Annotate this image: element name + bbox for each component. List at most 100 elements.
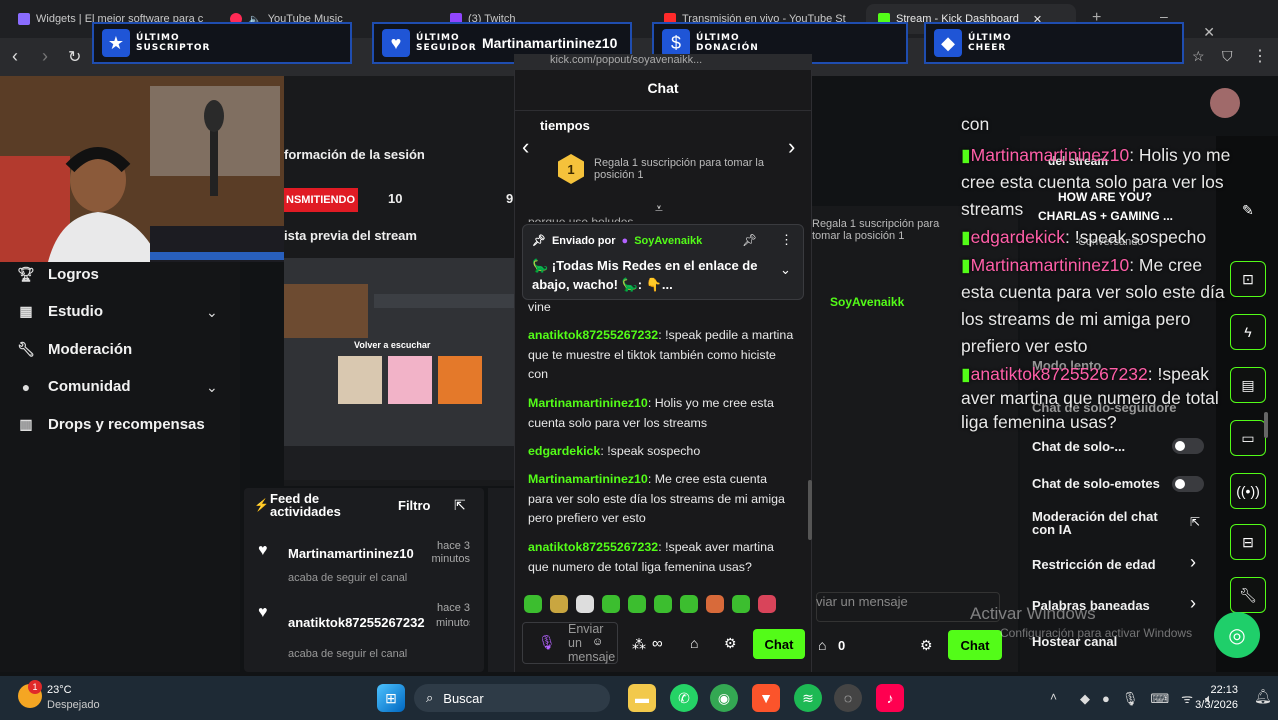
nav-item-moderacion[interactable]: 🔧︎ Moderación	[17, 341, 132, 358]
emote-icon[interactable]	[732, 595, 750, 613]
clock-time[interactable]: 22:13	[1210, 684, 1238, 696]
stream-preview-title: ista previa del stream	[284, 228, 417, 243]
emote-only-toggle[interactable]	[1172, 476, 1204, 492]
behind-chat-send-button[interactable]: Chat	[948, 630, 1002, 660]
chat-scrollbar[interactable]	[808, 480, 812, 540]
avatar[interactable]	[1210, 88, 1240, 118]
nav-item-logros[interactable]: 🏆︎ Logros	[17, 266, 99, 283]
emote-icon[interactable]	[628, 595, 646, 613]
popout-url: kick.com/popout/soyavenaikk...	[514, 54, 812, 70]
setting-ai-moderation[interactable]: Moderación del chat con IA	[1032, 510, 1182, 536]
mic-icon[interactable]: 🎙︎	[538, 634, 556, 651]
popout-icon[interactable]: ⇱	[454, 497, 466, 514]
reload-icon[interactable]: ↻	[68, 47, 81, 67]
heart-icon: ♥	[258, 604, 268, 621]
notification-bell-icon[interactable]: 🔔︎	[1254, 688, 1272, 705]
emote-icon[interactable]	[550, 595, 568, 613]
emote-icon[interactable]	[654, 595, 672, 613]
spotify-icon[interactable]: ≋	[794, 684, 822, 712]
drops-icon: ▥	[19, 416, 33, 432]
screen: { "browser": { "tabs": [ {"label": "Widg…	[0, 0, 1278, 720]
clock-date[interactable]: 3/3/2026	[1190, 699, 1238, 711]
preview-inner-heading: Volver a escuchar	[354, 340, 431, 350]
behind-chat-placeholder: viar un mensaje	[816, 594, 908, 609]
emote-icon[interactable]	[576, 595, 594, 613]
chrome-icon[interactable]: ◉	[710, 684, 738, 712]
forward-icon[interactable]: ›	[42, 46, 48, 67]
pinned-header: 📌︎ Enviado por ● SoyAvenaikk	[532, 234, 703, 248]
nav-item-estudio[interactable]: ▦ Estudio	[18, 303, 103, 320]
store-icon[interactable]: ⌂	[690, 635, 698, 651]
nav-item-comunidad[interactable]: ● Comunidad	[18, 378, 131, 395]
feed-filter-button[interactable]: Filtro	[398, 498, 431, 513]
chevron-right-icon[interactable]: ›	[788, 134, 795, 160]
wrench-icon: 🔧︎	[17, 341, 35, 357]
points-count: 0	[838, 638, 846, 653]
obs-icon[interactable]: ◌	[834, 684, 862, 712]
layout-button[interactable]: ⊟	[1230, 524, 1266, 560]
chat-message: edgardekick: !speak sospecho	[528, 444, 701, 458]
unpin-icon[interactable]: 📌︎	[742, 233, 757, 247]
emote-icon[interactable]	[758, 595, 776, 613]
wrench-icon: 🔧︎	[1239, 586, 1257, 603]
infinity-icon[interactable]: ∞	[652, 635, 663, 652]
stream-preview[interactable]: Volver a escuchar	[284, 258, 514, 480]
edit-icon[interactable]: ✎	[1242, 202, 1254, 219]
chevron-down-icon[interactable]: ⌄	[206, 379, 218, 396]
emoji-icon[interactable]: ☺	[592, 636, 603, 648]
emote-icon[interactable]	[706, 595, 724, 613]
divider	[514, 110, 812, 111]
taskbar-search[interactable]: ⌕ Buscar	[414, 684, 610, 712]
overlay-chat-line: ▮anatiktok87255267232: !speak aver marti…	[961, 364, 1219, 432]
tiktok-icon[interactable]: ♪	[876, 684, 904, 712]
chevron-down-icon[interactable]: ⌄	[206, 304, 218, 321]
menu-icon[interactable]: ⋮	[1252, 46, 1268, 66]
sub-only-toggle[interactable]	[1172, 438, 1204, 454]
cut-message: porque use boludes ...	[528, 215, 647, 222]
settings-icon[interactable]: ⚙	[920, 637, 933, 654]
broadcast-button[interactable]: ((•))	[1230, 473, 1266, 509]
windows-start-icon[interactable]: ⊞	[377, 684, 405, 712]
send-chat-button[interactable]: Chat	[753, 629, 805, 659]
emote-icon[interactable]	[602, 595, 620, 613]
chevron-right-icon[interactable]: ›	[1190, 552, 1196, 573]
nav-item-drops[interactable]: ▥ Drops y recompensas	[18, 416, 204, 433]
chat-message: Martinamartininez10: Holis yo me cree es…	[528, 396, 774, 430]
chat-header-title: Chat	[647, 80, 679, 96]
leaderboard-title: tiempos	[540, 118, 590, 133]
trophy-icon: 🏆︎	[17, 266, 35, 282]
external-link-icon[interactable]: ⇱	[1190, 515, 1200, 529]
weather-temp: 23°C	[47, 684, 72, 696]
settings-icon[interactable]: ⚙	[724, 635, 737, 652]
activate-windows-sub: Configuración para activar Windows	[1000, 626, 1193, 640]
emote-icon[interactable]	[680, 595, 698, 613]
emote-icon[interactable]	[524, 595, 542, 613]
favorite-star-icon[interactable]: ☆	[1192, 48, 1205, 65]
file-explorer-icon[interactable]: ▬	[628, 684, 656, 712]
side-panel-strip	[488, 488, 514, 672]
support-chat-icon[interactable]: ◎	[1214, 612, 1260, 658]
feed-item-time: hace 3 minutos	[436, 602, 470, 629]
gift-icon[interactable]: ⁂	[632, 636, 646, 653]
chevron-left-icon[interactable]: ‹	[522, 134, 529, 160]
chat-message: anatiktok87255267232: !speak pedile a ma…	[528, 328, 794, 381]
feed-item-user[interactable]: anatiktok87255267232	[288, 615, 425, 630]
setting-age-restriction[interactable]: Restricción de edad	[1032, 557, 1156, 572]
brave-icon[interactable]: ▼	[752, 684, 780, 712]
setting-emote-only: Chat de solo-emotes	[1032, 476, 1160, 491]
more-options-icon[interactable]: ⋮	[780, 232, 793, 248]
feed-item-user[interactable]: Martinamartininez10	[288, 546, 414, 561]
diamond-icon: ◆	[934, 29, 962, 57]
shield-icon[interactable]: ⛉	[1222, 48, 1233, 65]
whatsapp-icon[interactable]: ✆	[670, 684, 698, 712]
chevron-up-icon[interactable]: ˄	[1050, 690, 1057, 704]
chevron-right-icon[interactable]: ›	[1190, 593, 1196, 614]
weather-desc: Despejado	[47, 699, 100, 711]
panel-scrollbar[interactable]	[1264, 412, 1268, 438]
chevron-down-icon[interactable]: ⌄	[780, 262, 791, 278]
back-icon[interactable]: ‹	[12, 46, 18, 67]
tools-button[interactable]: 🔧︎	[1230, 577, 1266, 613]
community-icon: ●	[21, 378, 31, 395]
feed-item-time: hace 3 minutos	[431, 540, 470, 565]
overlay-chat-line: ▮Martinamartininez10: Me cree esta cuent…	[961, 255, 1225, 356]
